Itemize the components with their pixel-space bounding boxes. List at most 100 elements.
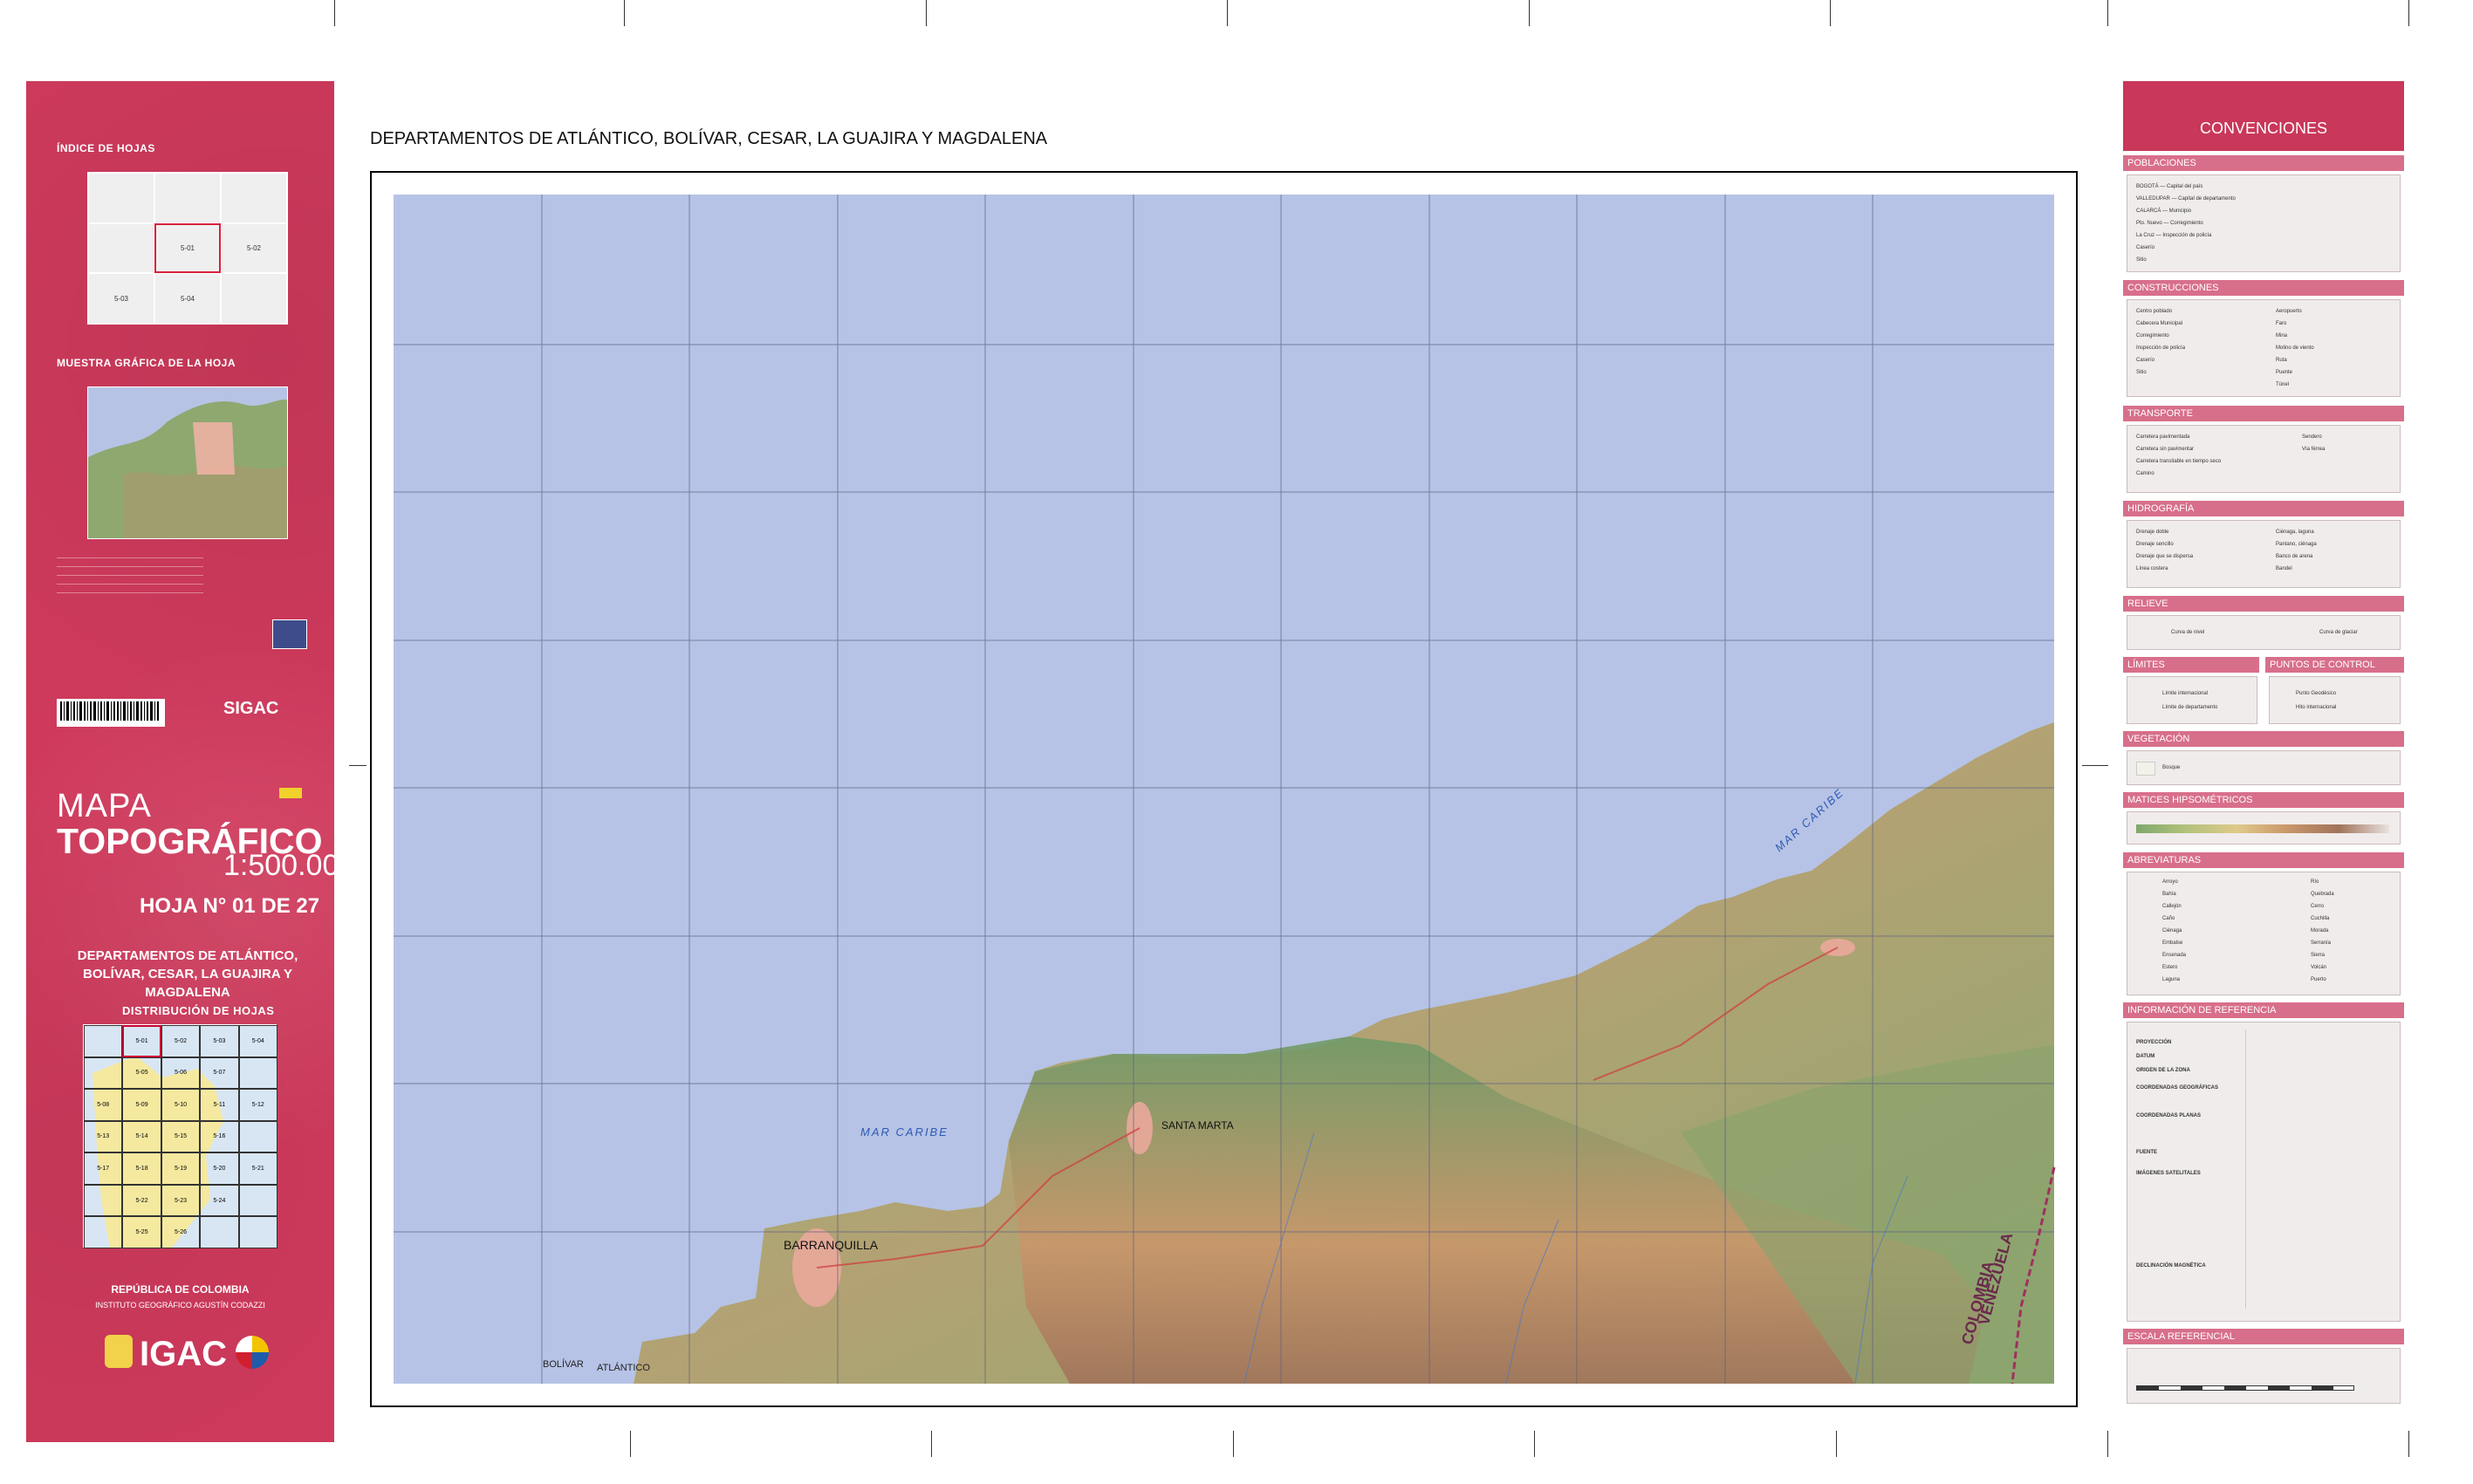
legend-item: Ciénaga, laguna (2276, 530, 2314, 535)
legend-section-construcciones: CONSTRUCCIONES (2123, 280, 2404, 296)
index-cell-current: 5-01 (154, 222, 221, 274)
legend-item: Volcán (2311, 965, 2327, 970)
eu-flag-logo (272, 619, 307, 649)
crop-mark (624, 0, 625, 26)
sheet-index-grid: 5-01 5-02 5-03 5-04 (87, 172, 288, 325)
legend-section-vegetacion: VEGETACIÓN (2123, 731, 2404, 747)
index-cell (88, 173, 154, 223)
dist-cell (238, 1184, 277, 1217)
legend-section-informacion: INFORMACIÓN DE REFERENCIA (2123, 1002, 2404, 1018)
dist-cell: 5-13 (84, 1120, 123, 1153)
dist-cell: 5-12 (238, 1089, 277, 1121)
legend-section-puntos: PUNTOS DE CONTROL (2265, 657, 2404, 673)
index-cell (221, 173, 287, 223)
legend-item: Bandel (2276, 566, 2292, 571)
legend-item: Banco de arena (2276, 554, 2313, 559)
dist-cell: 5-15 (161, 1120, 201, 1153)
reference-label: PROYECCIÓN (2136, 1040, 2172, 1045)
legend-item: Drenaje doble (2136, 530, 2169, 535)
legend-item: Ruta (2276, 358, 2287, 363)
dist-cell: 5-11 (200, 1089, 239, 1121)
igac-logo: IGAC (140, 1335, 227, 1373)
crop-mark (1227, 0, 1228, 26)
divider (2245, 1029, 2246, 1309)
legend-item: Sitio (2136, 257, 2147, 263)
fine-print: ———————————————————————————— ————————————… (57, 556, 203, 596)
legend-item: Ciénaga (2162, 928, 2182, 933)
legend-item: Cerro (2311, 904, 2325, 909)
legend-hidrografia-box: Drenaje doble Drenaje sencillo Drenaje q… (2127, 520, 2401, 588)
legend-section-abreviaturas: ABREVIATURAS (2123, 852, 2404, 868)
topographic-map[interactable] (372, 173, 2076, 1405)
distribution-map: 5-01 5-02 5-03 5-04 5-05 5-06 5-07 5-08 … (83, 1024, 277, 1248)
legend-item: Estero (2162, 965, 2178, 970)
reference-label: ORIGEN DE LA ZONA (2136, 1068, 2190, 1073)
reference-label: IMÁGENES SATELITALES (2136, 1171, 2201, 1176)
dist-cell: 5-03 (200, 1025, 239, 1057)
legend-section-limites: LÍMITES (2123, 657, 2259, 673)
dist-cell: 5-08 (84, 1089, 123, 1121)
badge-icon (279, 788, 302, 798)
crop-mark (2107, 0, 2108, 26)
index-cell (88, 222, 154, 274)
crop-mark (1233, 1431, 1234, 1457)
igac-emblem-icon (236, 1336, 269, 1369)
legend-item: Punto Geodésico (2296, 691, 2337, 696)
dist-cell: 5-04 (238, 1025, 277, 1057)
legend-item: Caserío (2136, 245, 2155, 250)
legend-section-escala: ESCALA REFERENCIAL (2123, 1329, 2404, 1344)
dist-cell: 5-21 (238, 1152, 277, 1185)
dist-cell: 5-20 (200, 1152, 239, 1185)
label-atlantico: ATLÁNTICO (597, 1363, 650, 1373)
legend-title-bar: CONVENCIONES (2123, 81, 2404, 151)
legend-item: Camino (2136, 471, 2154, 476)
legend-item: Corregimiento (2136, 333, 2169, 339)
legend-item: Límite de departamento (2162, 705, 2218, 710)
crop-mark (1836, 1431, 1837, 1457)
legend-item: Límite internacional (2162, 691, 2209, 696)
legend-item: Puerto (2311, 977, 2326, 982)
dist-cell: 5-07 (200, 1057, 239, 1090)
crop-mark (1830, 0, 1831, 26)
left-info-panel: ÍNDICE DE HOJAS 5-01 5-02 5-03 5-04 MUES… (26, 81, 356, 1442)
crop-mark (349, 765, 366, 766)
coat-of-arms-icon (105, 1335, 133, 1368)
dist-cell (238, 1216, 277, 1248)
index-cell (154, 173, 221, 223)
legend-item: CALARCÁ — Municipio (2136, 209, 2192, 214)
legend-vegetacion-box: Bosque (2127, 750, 2401, 785)
barcode (57, 699, 165, 727)
dist-cell: 5-24 (200, 1184, 239, 1217)
dist-cell (84, 1216, 123, 1248)
legend-item: Carretera transitable en tiempo seco (2136, 459, 2222, 464)
legend-item: Túnel (2276, 382, 2290, 387)
dist-cell: 5-14 (122, 1120, 161, 1153)
topographic-map-frame[interactable]: MAR CARIBE MAR CARIBE SANTA MARTA BARRAN… (370, 171, 2078, 1407)
reference-label: COORDENADAS PLANAS (2136, 1113, 2202, 1118)
legend-item: Faro (2276, 321, 2287, 326)
dist-cell: 5-22 (122, 1184, 161, 1217)
dist-cell: 5-19 (161, 1152, 201, 1185)
dist-cell: 5-18 (122, 1152, 161, 1185)
dist-cell: 5-26 (161, 1216, 201, 1248)
legend-item: Centro poblado (2136, 309, 2173, 314)
legend-item: Sitio (2136, 370, 2147, 375)
legend-item: Drenaje sencillo (2136, 542, 2174, 547)
reference-label: COORDENADAS GEOGRÁFICAS (2136, 1085, 2219, 1091)
map-title: DEPARTAMENTOS DE ATLÁNTICO, BOLÍVAR, CES… (370, 129, 1048, 148)
scale-heading: 1:500.000 (223, 849, 356, 882)
legend-item: Caserío (2136, 358, 2155, 363)
crop-mark (1529, 0, 1530, 26)
crop-mark (2408, 1431, 2409, 1457)
legend-transporte-box: Carretera pavimentada Carretera sin pavi… (2127, 425, 2401, 493)
dist-cell: 5-16 (200, 1120, 239, 1153)
legend-item: Laguna (2162, 977, 2181, 982)
legend-section-hidrografia: HIDROGRAFÍA (2123, 501, 2404, 516)
legend-item: Carretera sin pavimentar (2136, 447, 2195, 452)
index-cell (221, 273, 287, 324)
reference-label: DATUM (2136, 1054, 2155, 1059)
dist-cell: 5-23 (161, 1184, 201, 1217)
index-cell: 5-04 (154, 273, 221, 324)
dist-cell-current: 5-01 (122, 1025, 161, 1057)
departments-subtitle: DEPARTAMENTOS DE ATLÁNTICO, BOLÍVAR, CES… (77, 948, 298, 1000)
